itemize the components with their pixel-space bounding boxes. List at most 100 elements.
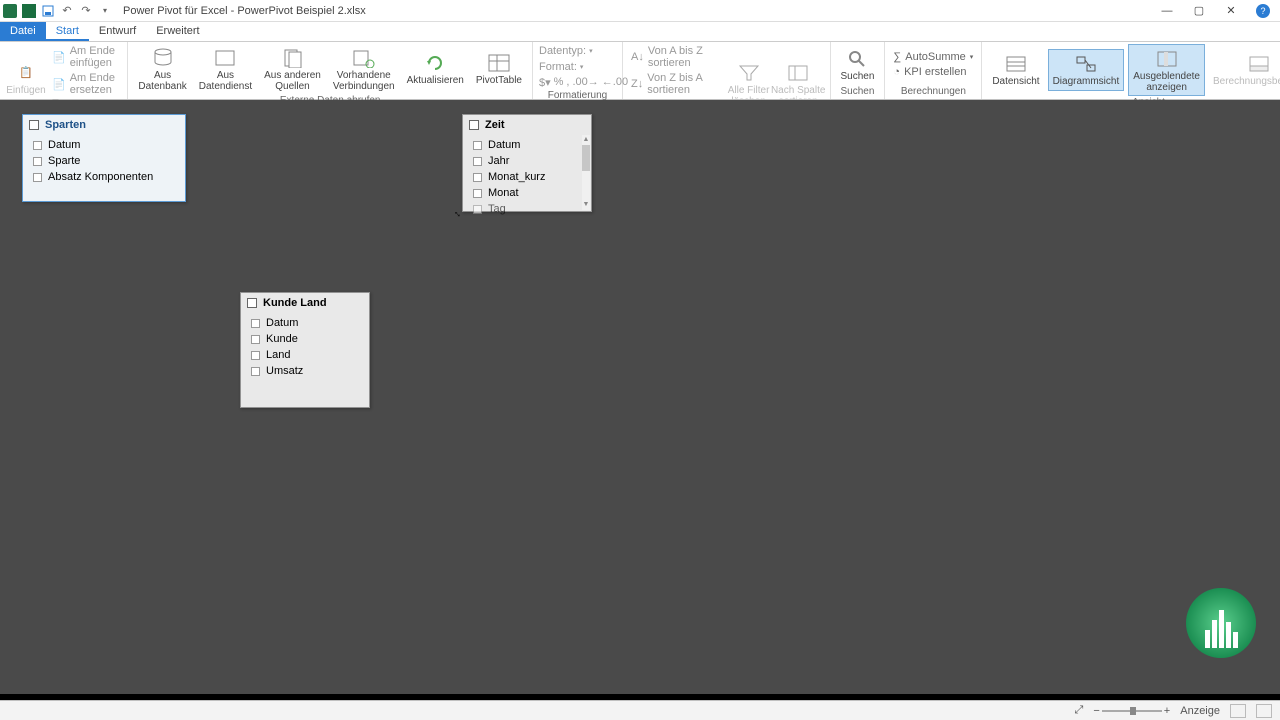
field-label[interactable]: Absatz Komponenten xyxy=(48,171,153,183)
table-title: Sparten xyxy=(45,119,86,131)
calculation-area-button[interactable]: Berechnungsbereich xyxy=(1209,50,1280,90)
field-label[interactable]: Tag xyxy=(488,203,506,215)
table-title: Zeit xyxy=(485,119,505,131)
other-sources-icon xyxy=(279,46,307,70)
group-view: Datensicht Diagrammsicht Ausgeblendete a… xyxy=(982,42,1280,99)
view-mode-2-button[interactable] xyxy=(1256,704,1272,718)
from-dataservice-button[interactable]: Aus Datendienst xyxy=(195,44,256,94)
tab-advanced[interactable]: Erweitert xyxy=(146,22,209,41)
field-label[interactable]: Datum xyxy=(266,317,298,329)
find-button[interactable]: Suchen xyxy=(837,45,879,85)
diagram-view-button[interactable]: Diagrammsicht xyxy=(1048,49,1125,91)
undo-icon[interactable]: ↶ xyxy=(59,3,75,19)
column-icon xyxy=(473,173,482,182)
format-selector[interactable]: Format:▾ xyxy=(539,60,583,74)
paste-append-button[interactable]: 📄Am Ende einfügen xyxy=(50,44,121,70)
diagram-canvas[interactable]: Sparten Datum Sparte Absatz Komponenten … xyxy=(0,100,1280,694)
quick-access-toolbar: ↶ ↷ ▾ xyxy=(2,3,113,19)
column-icon xyxy=(251,351,260,360)
column-icon xyxy=(33,173,42,182)
table-title: Kunde Land xyxy=(263,297,327,309)
field-label[interactable]: Datum xyxy=(488,139,520,151)
refresh-icon xyxy=(421,51,449,75)
table-sparten[interactable]: Sparten Datum Sparte Absatz Komponenten xyxy=(22,114,186,202)
table-icon xyxy=(469,120,479,130)
group-clipboard: 📋 Einfügen 📄Am Ende einfügen 📄Am Ende er… xyxy=(0,42,128,99)
show-hidden-icon xyxy=(1153,47,1181,71)
sort-desc-button[interactable]: Z↓Von Z bis A sortieren xyxy=(629,71,724,97)
zoom-slider[interactable]: − + xyxy=(1093,705,1170,717)
pivottable-button[interactable]: PivotTable xyxy=(472,49,526,89)
from-other-sources-button[interactable]: Aus anderen Quellen xyxy=(260,44,325,94)
scrollbar[interactable]: ▲ ▼ xyxy=(582,135,590,210)
redo-icon[interactable]: ↷ xyxy=(78,3,94,19)
field-label[interactable]: Kunde xyxy=(266,333,298,345)
autosum-button[interactable]: ∑AutoSumme▾ xyxy=(891,50,975,64)
field-label[interactable]: Monat_kurz xyxy=(488,171,545,183)
status-label: Anzeige xyxy=(1180,705,1220,717)
field-label[interactable]: Land xyxy=(266,349,290,361)
tab-file[interactable]: Datei xyxy=(0,22,46,41)
table-icon xyxy=(247,298,257,308)
group-external-data: Aus Datenbank Aus Datendienst Aus andere… xyxy=(128,42,533,99)
column-icon xyxy=(33,157,42,166)
scroll-thumb[interactable] xyxy=(582,145,590,171)
existing-connections-button[interactable]: Vorhandene Verbindungen xyxy=(329,44,399,94)
percent-button[interactable]: % xyxy=(554,76,564,89)
sort-asc-button[interactable]: A↓Von A bis Z sortieren xyxy=(629,44,724,70)
ribbon-tabs: Datei Start Entwurf Erweitert xyxy=(0,22,1280,42)
column-icon xyxy=(473,141,482,150)
currency-button[interactable]: $▾ xyxy=(539,76,551,89)
watermark-logo xyxy=(1186,588,1256,658)
diagram-view-icon xyxy=(1072,52,1100,76)
group-calculations: ∑AutoSumme▾ ◔KPI erstellen Berechnungen xyxy=(885,42,982,99)
tab-design[interactable]: Entwurf xyxy=(89,22,146,41)
increase-decimal-button[interactable]: .00→ xyxy=(572,76,598,89)
scroll-up-icon[interactable]: ▲ xyxy=(582,135,590,145)
help-button[interactable]: ? xyxy=(1256,4,1270,18)
qat-dropdown-icon[interactable]: ▾ xyxy=(97,3,113,19)
table-icon xyxy=(29,120,39,130)
column-icon xyxy=(251,319,260,328)
column-icon xyxy=(473,189,482,198)
field-label[interactable]: Umsatz xyxy=(266,365,303,377)
show-hidden-button[interactable]: Ausgeblendete anzeigen xyxy=(1128,44,1205,96)
table-zeit[interactable]: Zeit Datum Jahr Monat_kurz Monat Tag ▲ ▼… xyxy=(462,114,592,212)
view-mode-1-button[interactable] xyxy=(1230,704,1246,718)
field-label[interactable]: Sparte xyxy=(48,155,80,167)
column-icon xyxy=(473,157,482,166)
column-icon xyxy=(251,367,260,376)
from-database-button[interactable]: Aus Datenbank xyxy=(134,44,190,94)
save-icon[interactable] xyxy=(40,3,56,19)
refresh-button[interactable]: Aktualisieren xyxy=(403,49,468,89)
paste-button[interactable]: 📋 Einfügen xyxy=(6,59,46,99)
tab-home[interactable]: Start xyxy=(46,22,89,41)
excel-icon xyxy=(21,3,37,19)
status-bar: ⤢ − + Anzeige xyxy=(0,700,1280,720)
field-label[interactable]: Monat xyxy=(488,187,519,199)
data-view-icon xyxy=(1002,52,1030,76)
column-icon xyxy=(473,205,482,214)
datatype-selector[interactable]: Datentyp:▾ xyxy=(539,44,593,58)
group-sort-filter: A↓Von A bis Z sortieren Z↓Von Z bis A so… xyxy=(623,42,831,99)
data-view-button[interactable]: Datensicht xyxy=(988,50,1043,90)
pivottable-icon xyxy=(485,51,513,75)
paste-icon: 📋 xyxy=(12,61,40,85)
window-title: Power Pivot für Excel - PowerPivot Beisp… xyxy=(123,5,366,17)
field-label[interactable]: Jahr xyxy=(488,155,509,167)
maximize-button[interactable]: ▢ xyxy=(1192,4,1206,18)
field-label[interactable]: Datum xyxy=(48,139,80,151)
search-icon xyxy=(843,47,871,71)
minimize-button[interactable]: — xyxy=(1160,4,1174,18)
zoom-in-button[interactable]: + xyxy=(1164,705,1170,717)
zoom-out-button[interactable]: − xyxy=(1093,705,1099,717)
calc-area-icon xyxy=(1245,52,1273,76)
paste-replace-button[interactable]: 📄Am Ende ersetzen xyxy=(50,71,121,97)
scroll-down-icon[interactable]: ▼ xyxy=(582,200,590,210)
comma-button[interactable]: , xyxy=(566,76,569,89)
close-button[interactable]: ✕ xyxy=(1224,4,1238,18)
table-kunde-land[interactable]: Kunde Land Datum Kunde Land Umsatz xyxy=(240,292,370,408)
connections-icon xyxy=(350,46,378,70)
kpi-button[interactable]: ◔KPI erstellen xyxy=(891,65,975,79)
fit-to-screen-icon[interactable]: ⤢ xyxy=(1075,704,1084,717)
